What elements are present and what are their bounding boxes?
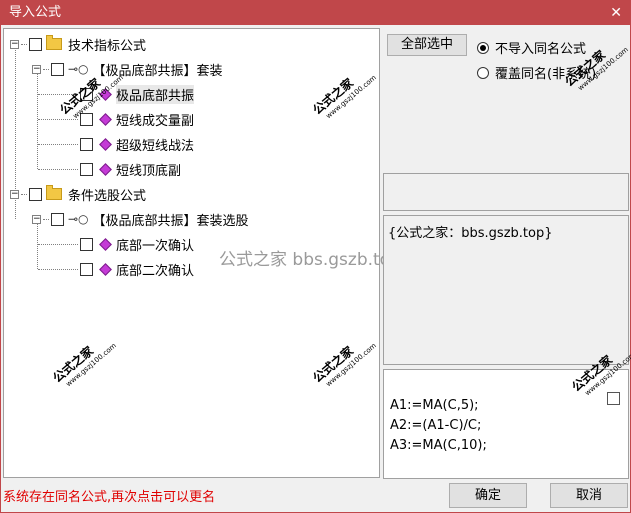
tree-item[interactable]: 底部一次确认 [38,234,194,254]
radio-selected-icon[interactable] [477,41,489,54]
info-box [383,173,629,211]
tree-label: 短线顶底副 [116,163,182,179]
checkbox[interactable] [51,62,64,76]
radio-icon[interactable] [477,66,489,79]
collapse-icon[interactable]: − [32,214,41,224]
checkbox[interactable] [29,37,42,51]
collapse-icon[interactable]: − [10,189,19,199]
watermark: 公式之家 www.gszj100.com [50,341,118,389]
title-bar: 导入公式 ✕ [1,1,630,25]
cancel-button[interactable]: 取消 [550,483,628,508]
watermark: 公式之家 www.gszj100.com [310,73,378,121]
checkbox[interactable] [80,162,93,176]
collapse-icon[interactable]: − [10,39,19,49]
tree-label: 技术指标公式 [68,38,147,54]
description-text: {公式之家：bbs.gszb.top} [388,226,553,241]
checkbox[interactable] [80,137,93,151]
status-message: 系统存在同名公式,再次点击可以更名 [3,490,216,505]
checkbox[interactable] [51,212,64,226]
code-line: A1:=MA(C,5); [390,398,479,413]
formula-gem-icon [99,137,112,151]
code-preview[interactable]: A1:=MA(C,5); A2:=(A1-C)/C; A3:=MA(C,10);… [383,351,631,479]
checkbox[interactable] [607,392,620,405]
radio-skip-duplicates[interactable]: 不导入同名公式 [477,38,586,57]
folder-icon [46,185,62,200]
collapse-icon[interactable]: − [32,64,41,74]
key-icon: ⊸○ [68,62,89,76]
tree-label: 短线成交量副 [116,113,195,129]
tree-item[interactable]: 底部二次确认 [38,259,194,279]
tree-node-group-indicators[interactable]: − 技术指标公式 [10,34,146,54]
folder-icon [46,35,62,50]
description-box: {公式之家：bbs.gszb.top} [383,215,629,365]
watermark: 公式之家 www.gszj100.com [310,341,378,389]
tree-label: 【极品底部共振】套装选股 [92,213,249,229]
formula-gem-icon [99,237,112,251]
tree-node-suite-selection[interactable]: − ⊸○ 【极品底部共振】套装选股 [32,209,249,229]
radio-label: 不导入同名公式 [495,42,587,57]
tree-label: 条件选股公式 [68,188,147,204]
tree-node-group-selection[interactable]: − 条件选股公式 [10,184,146,204]
tree-label: 底部二次确认 [116,263,195,279]
select-all-button[interactable]: 全部选中 [387,34,467,56]
watermark-center: 公式之家 bbs.gszb.top [219,250,401,270]
checkbox[interactable] [80,237,93,251]
checkbox[interactable] [80,262,93,276]
close-icon[interactable]: ✕ [610,1,622,25]
tree-label: 底部一次确认 [116,238,195,254]
tree-node-suite[interactable]: − ⊸○ 【极品底部共振】套装 [32,59,223,79]
code-line: A3:=MA(C,10); [390,438,487,453]
tree-item[interactable]: 短线顶底副 [38,159,181,179]
import-formula-dialog: 导入公式 ✕ − 技术指标公式 − ⊸○ 【极品底部共振】套装 极品底部共振 短… [0,0,631,513]
tree-label: 超级短线战法 [116,138,195,154]
tree-item[interactable]: 超级短线战法 [38,134,194,154]
tree-line [15,45,16,195]
tree-label: 极品底部共振 [116,84,195,104]
ok-button[interactable]: 确定 [449,483,527,508]
formula-gem-icon [99,262,112,276]
formula-gem-icon [99,162,112,176]
checkbox[interactable] [29,187,42,201]
key-icon: ⊸○ [68,212,89,226]
window-title: 导入公式 [9,5,62,20]
code-line: A2:=(A1-C)/C; [390,418,482,433]
formula-gem-icon [99,112,112,126]
